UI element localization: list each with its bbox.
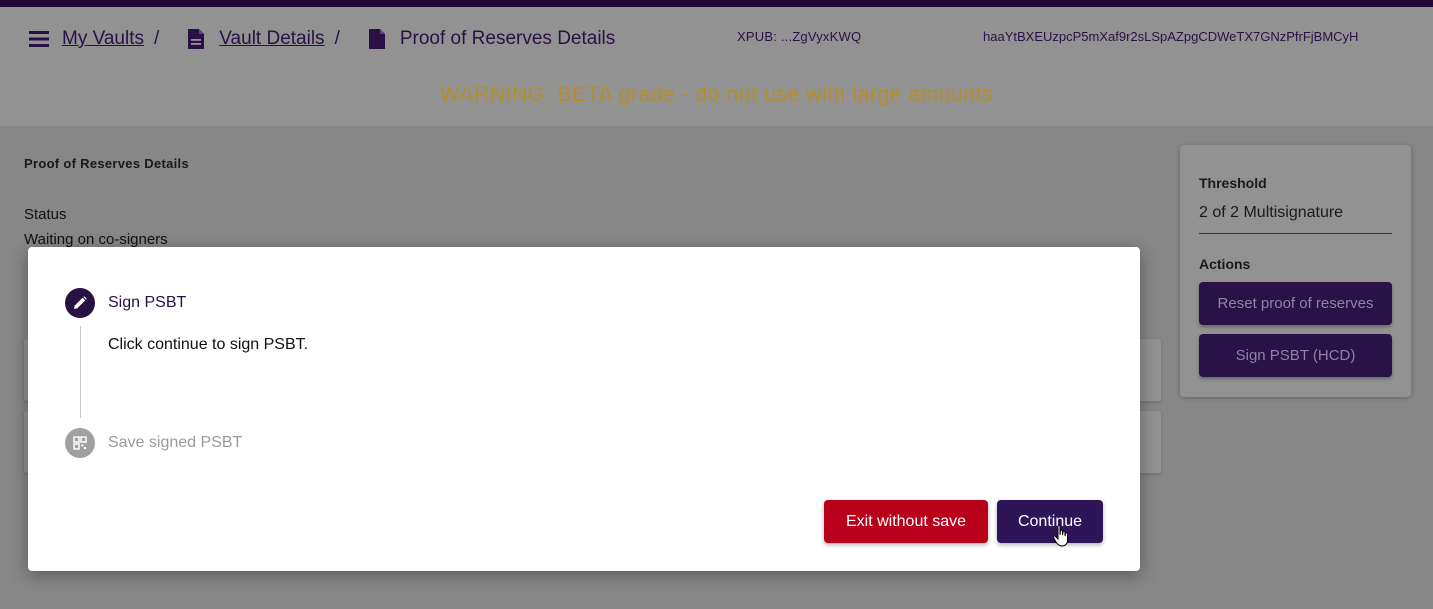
actions-label: Actions	[1199, 256, 1251, 272]
continue-button[interactable]: Continue	[997, 500, 1103, 543]
xpub-label: XPUB: ...ZgVyxKWQ	[737, 29, 862, 44]
divider	[1199, 233, 1392, 234]
pencil-icon	[73, 296, 87, 310]
step-indicator-active	[65, 288, 95, 318]
threshold-card: Threshold 2 of 2 Multisignature Actions …	[1180, 145, 1411, 397]
document-icon	[366, 28, 388, 50]
qr-code-icon	[73, 436, 87, 450]
step-connector	[80, 326, 81, 418]
beta-warning: WARNING: BETA grade - do not use with la…	[439, 83, 994, 106]
document-icon	[185, 28, 207, 50]
section-title: Proof of Reserves Details	[24, 156, 190, 171]
list-icon	[28, 28, 50, 50]
step-title-save-signed-psbt: Save signed PSBT	[108, 434, 243, 451]
status-value: Waiting on co-signers	[24, 231, 168, 248]
threshold-label: Threshold	[1199, 175, 1267, 191]
breadcrumb-current: Proof of Reserves Details	[399, 28, 616, 49]
step-title-sign-psbt: Sign PSBT	[108, 294, 187, 311]
step-content: Click continue to sign PSBT.	[108, 336, 309, 353]
step-indicator-inactive	[65, 428, 95, 458]
sign-psbt-dialog: Sign PSBT Click continue to sign PSBT. S…	[28, 247, 1140, 571]
threshold-value: 2 of 2 Multisignature	[1199, 204, 1344, 221]
breadcrumb-vault-details[interactable]: Vault Details	[219, 28, 324, 50]
reset-proof-button[interactable]: Reset proof of reserves	[1199, 282, 1392, 325]
breadcrumb-my-vaults[interactable]: My Vaults	[62, 28, 144, 50]
status-label: Status	[24, 206, 67, 223]
sign-psbt-hcd-button[interactable]: Sign PSBT (HCD)	[1199, 334, 1392, 377]
exit-without-save-button[interactable]: Exit without save	[824, 500, 988, 543]
breadcrumb-separator: /	[334, 28, 340, 49]
hash-label: haaYtBXEUzpcP5mXaf9r2sLSpAZpgCDWeTX7GNzP…	[983, 29, 1359, 44]
breadcrumb: My Vaults / Vault Details / Proof of Res…	[28, 25, 615, 53]
top-app-bar	[0, 0, 1433, 7]
breadcrumb-separator: /	[154, 28, 160, 49]
page-header: My Vaults / Vault Details / Proof of Res…	[0, 7, 1433, 126]
hand-cursor-icon	[1052, 524, 1070, 553]
